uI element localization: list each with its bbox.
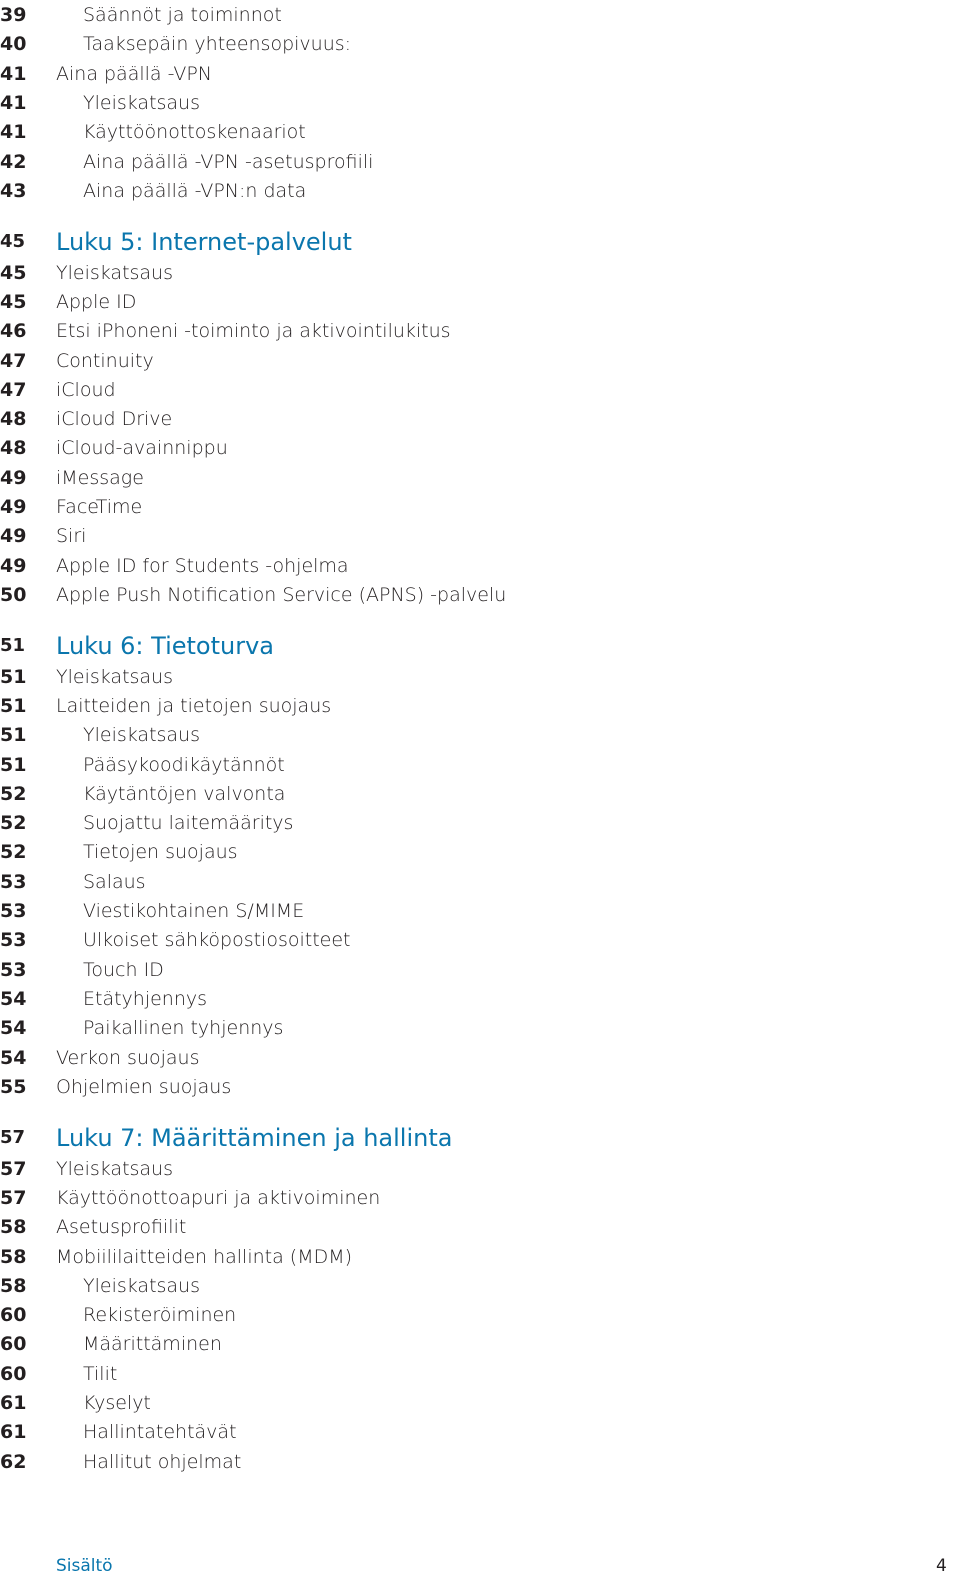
toc-page-number: 55 xyxy=(0,1075,27,1098)
toc-page-number: 47 xyxy=(0,378,27,401)
toc-page-number: 61 xyxy=(0,1391,27,1414)
toc-entry-title[interactable]: Etätyhjennys xyxy=(83,988,207,1010)
toc-page-number: 62 xyxy=(0,1450,27,1473)
chapter-title[interactable]: Luku 6: Tietoturva xyxy=(56,632,274,660)
toc-entry-title[interactable]: Verkon suojaus xyxy=(56,1047,199,1069)
toc-page-number: 60 xyxy=(0,1303,27,1326)
footer-section-link[interactable]: Sisältö xyxy=(56,1556,113,1576)
toc-page-number: 45 xyxy=(0,261,27,284)
toc-page-number: 52 xyxy=(0,811,27,834)
toc-page-number: 53 xyxy=(0,958,27,981)
toc-page-number: 51 xyxy=(0,665,27,688)
toc-entry-title[interactable]: Yleiskatsaus xyxy=(83,1275,200,1297)
toc-page-number: 53 xyxy=(0,870,27,893)
toc-page-number: 49 xyxy=(0,554,27,577)
toc-entry-title[interactable]: Taaksepäin yhteensopivuus: xyxy=(83,33,351,55)
toc-page-number: 41 xyxy=(0,91,27,114)
toc-entry-title[interactable]: Yleiskatsaus xyxy=(56,262,173,284)
toc-entry-title[interactable]: FaceTime xyxy=(56,496,142,518)
toc-page-number: 60 xyxy=(0,1362,27,1385)
toc-entry-title[interactable]: Käyttöönottoskenaariot xyxy=(83,121,306,143)
toc-entry-title[interactable]: Aina päällä -VPN -asetusprofiili xyxy=(83,151,373,173)
toc-page-number: 54 xyxy=(0,1016,27,1039)
toc-page-number: 39 xyxy=(0,3,27,26)
toc-entry-title[interactable]: Viestikohtainen S/MIME xyxy=(83,900,304,922)
toc-page-number: 54 xyxy=(0,1046,27,1069)
toc-entry-title[interactable]: Continuity xyxy=(56,350,154,372)
toc-entry-title[interactable]: iMessage xyxy=(56,467,144,489)
toc-entry-title[interactable]: Hallintatehtävät xyxy=(83,1421,237,1443)
toc-page-number: 51 xyxy=(0,694,27,717)
chapter-title[interactable]: Luku 5: Internet-palvelut xyxy=(56,228,352,256)
toc-page-number: 58 xyxy=(0,1274,27,1297)
toc-page-number: 46 xyxy=(0,319,27,342)
toc-page-number: 52 xyxy=(0,782,27,805)
toc-entry-title[interactable]: Säännöt ja toiminnot xyxy=(83,4,282,26)
toc-entry-title[interactable]: iCloud xyxy=(56,379,116,401)
toc-page-number: 57 xyxy=(0,1157,27,1180)
toc-entry-title[interactable]: Salaus xyxy=(83,871,146,893)
toc-page-number: 50 xyxy=(0,583,27,606)
toc-entry-title[interactable]: Aina päällä -VPN:n data xyxy=(83,180,306,202)
toc-page-number: 53 xyxy=(0,899,27,922)
toc-page-number: 52 xyxy=(0,840,27,863)
toc-page-number: 53 xyxy=(0,928,27,951)
chapter-title[interactable]: Luku 7: Määrittäminen ja hallinta xyxy=(56,1124,452,1152)
toc-entry-title[interactable]: Apple ID for Students -ohjelma xyxy=(56,555,349,577)
toc-page-number: 47 xyxy=(0,349,27,372)
toc-page-number: 48 xyxy=(0,436,27,459)
toc-entry-title[interactable]: Siri xyxy=(56,525,86,547)
toc-entry-title[interactable]: Suojattu laitemääritys xyxy=(83,812,293,834)
toc-page-number: 58 xyxy=(0,1245,27,1268)
footer-page-number: 4 xyxy=(936,1556,947,1576)
toc-page-number: 48 xyxy=(0,407,27,430)
toc-entry-title[interactable]: Laitteiden ja tietojen suojaus xyxy=(56,695,331,717)
toc-entry-title[interactable]: iCloud-avainnippu xyxy=(56,437,228,459)
toc-page-number: 58 xyxy=(0,1215,27,1238)
toc-entry-title[interactable]: Yleiskatsaus xyxy=(83,92,200,114)
toc-entry-title[interactable]: Ohjelmien suojaus xyxy=(56,1076,231,1098)
toc-page-number: 41 xyxy=(0,62,27,85)
toc-entry-title[interactable]: Mobiililaitteiden hallinta (MDM) xyxy=(56,1246,352,1268)
toc-page-number: 43 xyxy=(0,179,27,202)
toc-page-number: 49 xyxy=(0,495,27,518)
toc-entry-title[interactable]: Kyselyt xyxy=(83,1392,151,1414)
toc-entry-title[interactable]: Etsi iPhoneni -toiminto ja aktivointiluk… xyxy=(56,320,451,342)
toc-page-number: 40 xyxy=(0,32,27,55)
toc-page-number: 51 xyxy=(0,723,27,746)
toc-entry-title[interactable]: Tietojen suojaus xyxy=(83,841,238,863)
toc-entry-title[interactable]: Käytäntöjen valvonta xyxy=(83,783,285,805)
toc-page-number: 49 xyxy=(0,466,27,489)
toc-page-number: 61 xyxy=(0,1420,27,1443)
toc-page-number: 45 xyxy=(0,231,26,252)
toc-entry-title[interactable]: Apple Push Notification Service (APNS) -… xyxy=(56,584,506,606)
toc-entry-title[interactable]: Määrittäminen xyxy=(83,1333,222,1355)
toc-page-number: 41 xyxy=(0,120,27,143)
toc-entry-title[interactable]: Yleiskatsaus xyxy=(56,666,173,688)
toc-entry-title[interactable]: Pääsykoodikäytännöt xyxy=(83,754,285,776)
toc-entry-title[interactable]: iCloud Drive xyxy=(56,408,172,430)
toc-page-number: 49 xyxy=(0,524,27,547)
toc-entry-title[interactable]: Käyttöönottoapuri ja aktivoiminen xyxy=(56,1187,380,1209)
toc-entry-title[interactable]: Yleiskatsaus xyxy=(83,724,200,746)
toc-page-number: 51 xyxy=(0,635,26,656)
toc-page-number: 42 xyxy=(0,150,27,173)
toc-entry-title[interactable]: Touch ID xyxy=(83,959,164,981)
toc-entry-title[interactable]: Paikallinen tyhjennys xyxy=(83,1017,283,1039)
toc-entry-title[interactable]: Ulkoiset sähköpostiosoitteet xyxy=(83,929,351,951)
toc-page-number: 60 xyxy=(0,1332,27,1355)
toc-page-number: 51 xyxy=(0,753,27,776)
toc-entry-title[interactable]: Yleiskatsaus xyxy=(56,1158,173,1180)
toc-entry-title[interactable]: Hallitut ohjelmat xyxy=(83,1451,241,1473)
toc-entry-title[interactable]: Apple ID xyxy=(56,291,136,313)
toc-page-number: 45 xyxy=(0,290,27,313)
toc-page-number: 57 xyxy=(0,1186,27,1209)
toc-page-number: 54 xyxy=(0,987,27,1010)
toc-entry-title[interactable]: Asetusprofiilit xyxy=(56,1216,186,1238)
toc-entry-title[interactable]: Rekisteröiminen xyxy=(83,1304,236,1326)
toc-entry-title[interactable]: Tilit xyxy=(83,1363,117,1385)
toc-entry-title[interactable]: Aina päällä -VPN xyxy=(56,63,212,85)
toc-page-number: 57 xyxy=(0,1127,26,1148)
